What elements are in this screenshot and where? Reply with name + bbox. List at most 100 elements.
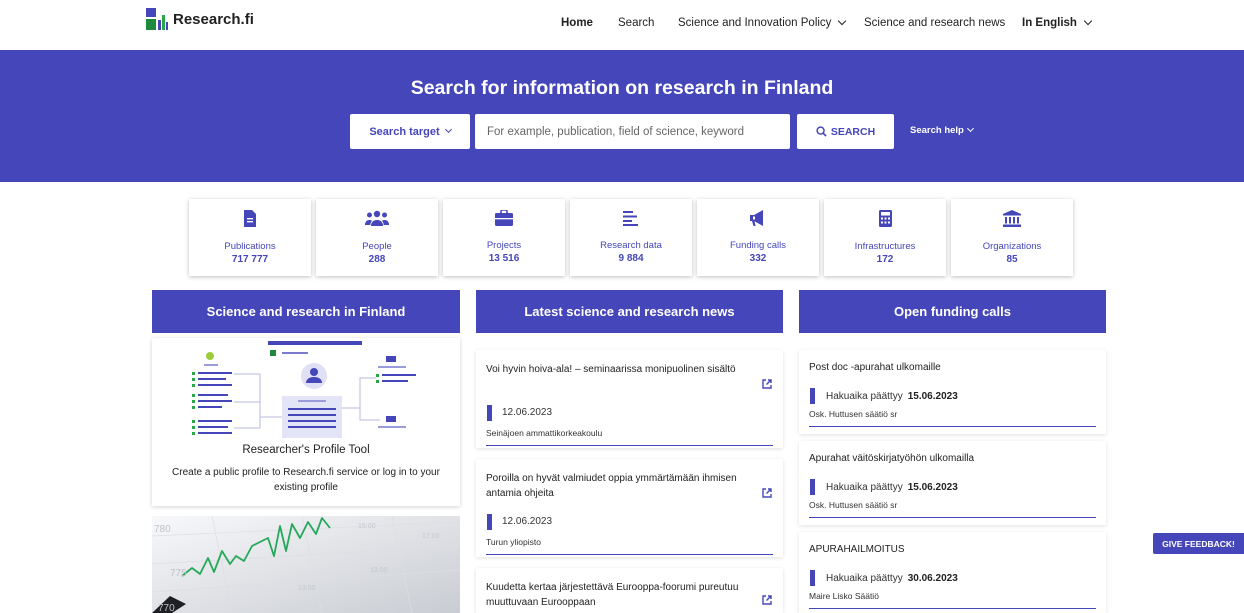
profile-tool-description: Create a public profile to Research.fi s… [172,467,440,493]
stat-count: 9 884 [618,253,644,264]
chevron-down-icon [966,124,974,133]
nav-search[interactable]: Search [618,17,654,29]
language-selector[interactable]: In English [1022,16,1093,29]
stat-organizations[interactable]: Organizations 85 [951,199,1073,276]
funding-call-title: Post doc -apurahat ulkomaille [809,362,941,373]
divider [809,608,1096,609]
tick-775: 775 [170,568,187,579]
divider [486,554,773,555]
tick-770: 770 [158,603,175,613]
nav-science-policy[interactable]: Science and Innovation Policy [678,16,847,29]
tick-time-3: 15:00 [358,523,376,530]
stat-count: 13 516 [488,253,520,264]
search-target-button[interactable]: Search target [350,114,470,149]
top-navigation: Research.fi Home Search Science and Inno… [0,0,1244,50]
megaphone-icon [750,210,763,226]
tick-time-4: 17:00 [422,533,440,540]
nav-home[interactable]: Home [561,17,593,29]
funding-section-heading: Open funding calls [799,290,1106,333]
profile-tool-illustration [192,341,416,438]
stat-count: 288 [368,254,386,265]
funding-organization: Maire Lisko Säätiö [809,591,879,601]
stat-label: Projects [486,240,522,251]
news-source: Seinäjoen ammattikorkeakoulu [486,428,603,438]
divider [809,517,1096,518]
external-link-icon[interactable] [762,488,772,498]
logo[interactable]: Research.fi [146,8,254,30]
deadline-marker [810,479,815,495]
people-icon [365,210,389,226]
search-help-label: Search help [910,125,964,136]
funding-organization: Osk. Huttusen säätiö sr [809,409,898,419]
stat-label: People [362,241,392,252]
search-button[interactable]: SEARCH [797,114,894,149]
stat-count: 85 [1006,254,1018,265]
stock-chart-photo[interactable]: 780 775 770 13:00 13:00 15:00 17:00 [152,516,460,613]
news-source: Turun yliopisto [486,537,541,547]
chevron-down-icon [838,16,847,26]
tick-time-2: 13:00 [370,567,388,574]
nav-news[interactable]: Science and research news [864,17,1005,29]
funding-call-item[interactable]: Post doc -apurahat ulkomaille Hakuaika p… [799,350,1106,434]
stat-people[interactable]: People 288 [316,199,438,276]
tick-time-1: 13:00 [298,585,316,592]
news-section-heading: Latest science and research news [476,290,783,333]
researcher-profile-card[interactable]: Researcher's Profile Tool Create a publi… [152,338,460,506]
profile-tool-title: Researcher's Profile Tool [242,444,370,456]
search-help-toggle[interactable]: Search help [910,124,974,136]
stat-funding-calls[interactable]: Funding calls 332 [697,199,819,276]
search-icon [816,126,827,137]
brand-name: Research.fi [173,10,254,28]
divider [486,445,773,446]
funding-call-item[interactable]: Apurahat väitöskirjatyöhön ulkomailla Ha… [799,441,1106,525]
stat-label: Funding calls [730,240,786,251]
stat-research-data[interactable]: Research data 9 884 [570,199,692,276]
lines-icon [623,211,638,226]
give-feedback-button[interactable]: GIVE FEEDBACK! [1153,533,1244,554]
stat-count: 172 [876,254,894,265]
stock-chart-image: 780 775 770 13:00 13:00 15:00 17:00 [152,516,460,613]
deadline-label: Hakuaika päättyy [826,573,903,584]
deadline-date: 30.06.2023 [907,573,958,584]
news-date: 12.06.2023 [502,407,553,418]
language-label: In English [1022,17,1077,29]
search-hero: Search for information on research in Fi… [0,50,1244,182]
deadline-date: 15.06.2023 [907,391,958,402]
news-title: Poroilla on hyvät valmiudet oppia ymmärt… [486,473,737,499]
institution-icon [1003,210,1021,227]
news-item[interactable]: Kuudetta kertaa järjestettävä Eurooppa-f… [476,568,783,613]
stat-publications[interactable]: Publications 717 777 [189,199,311,276]
date-marker [487,514,492,530]
news-title: Voi hyvin hoiva-ala! – seminaarissa moni… [486,364,736,375]
search-input[interactable] [475,114,790,149]
briefcase-icon [495,210,513,226]
research-fi-logo-icon [146,8,168,30]
search-button-label: SEARCH [830,125,876,138]
stat-count: 717 777 [231,254,269,265]
divider [809,426,1096,427]
stat-label: Organizations [982,241,1042,252]
news-item[interactable]: Poroilla on hyvät valmiudet oppia ymmärt… [476,459,783,557]
deadline-label: Hakuaika päättyy [826,482,903,493]
news-item[interactable]: Voi hyvin hoiva-ala! – seminaarissa moni… [476,350,783,448]
stat-infrastructures[interactable]: Infrastructures 172 [824,199,946,276]
external-link-icon[interactable] [762,379,772,389]
stat-count: 332 [749,253,767,264]
stat-label: Research data [600,240,662,251]
deadline-date: 15.06.2023 [907,482,958,493]
hero-title: Search for information on research in Fi… [410,77,834,99]
nav-science-policy-label: Science and Innovation Policy [678,17,832,29]
stats-row: Publications 717 777 People 288 Projects… [189,199,1078,276]
chevron-down-icon [1083,16,1093,26]
funding-deadline: Hakuaika päättyy 30.06.2023 [826,573,958,584]
funding-call-title: APURAHAILMOITUS [809,544,905,555]
funding-call-item[interactable]: APURAHAILMOITUS Hakuaika päättyy 30.06.20… [799,532,1106,613]
funding-organization: Osk. Huttusen säätiö sr [809,500,898,510]
chevron-down-icon [444,125,452,134]
deadline-label: Hakuaika päättyy [826,391,903,402]
stat-projects[interactable]: Projects 13 516 [443,199,565,276]
external-link-icon[interactable] [762,595,772,605]
deadline-marker [810,570,815,586]
calculator-icon [878,210,892,227]
funding-deadline: Hakuaika päättyy 15.06.2023 [826,482,958,493]
